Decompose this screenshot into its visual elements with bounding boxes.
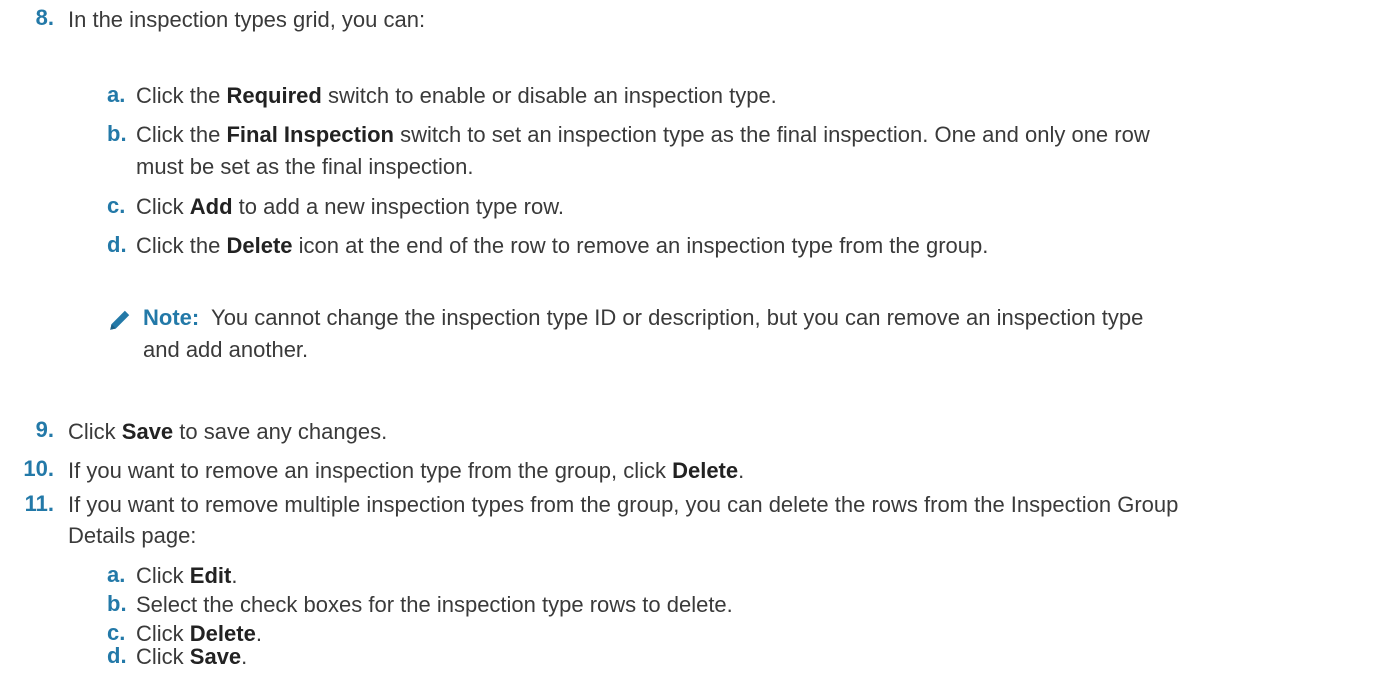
substep-text: Select the check boxes for the inspectio… — [136, 592, 733, 617]
note-label: Note: — [143, 305, 200, 330]
ui-label-edit: Edit — [189, 563, 232, 588]
substep-text: Click the Required switch to enable or d… — [136, 83, 777, 108]
step-number: 10. — [23, 456, 54, 481]
substep-letter: a. — [107, 562, 126, 587]
substep-text: Click Save. — [136, 644, 248, 669]
substep-letter: b. — [107, 121, 127, 146]
note-text: Note: You cannot change the inspection t… — [143, 305, 1144, 362]
step-text: In the inspection types grid, you can: — [68, 7, 426, 32]
step-text: If you want to remove an inspection type… — [68, 458, 745, 483]
step-text: If you want to remove multiple inspectio… — [68, 492, 1179, 548]
substep-text: Click Edit. — [136, 563, 238, 588]
step-number: 11. — [24, 491, 54, 516]
pencil-icon — [110, 310, 130, 330]
step-text: Click Save to save any changes. — [68, 419, 388, 444]
substep-text: Click Add to add a new inspection type r… — [136, 194, 564, 219]
substep-text: Click the Delete icon at the end of the … — [136, 233, 989, 258]
substep-letter: b. — [107, 591, 127, 616]
ui-label-save: Save — [121, 419, 174, 444]
ui-label-delete: Delete — [672, 458, 739, 483]
substep-letter: d. — [107, 232, 127, 257]
substep-letter: a. — [107, 82, 126, 107]
substep-letter: c. — [107, 193, 126, 218]
ui-label-delete: Delete — [226, 233, 293, 258]
substep-letter: d. — [107, 643, 127, 668]
ui-label-add: Add — [189, 194, 233, 219]
ui-label-final-inspection: Final Inspection — [226, 122, 394, 147]
ui-label-save: Save — [189, 644, 242, 669]
ui-label-required: Required — [226, 83, 322, 108]
substep-text: Click the Final Inspection switch to set… — [136, 122, 1150, 179]
step-number: 8. — [35, 5, 54, 30]
step-number: 9. — [35, 417, 54, 442]
